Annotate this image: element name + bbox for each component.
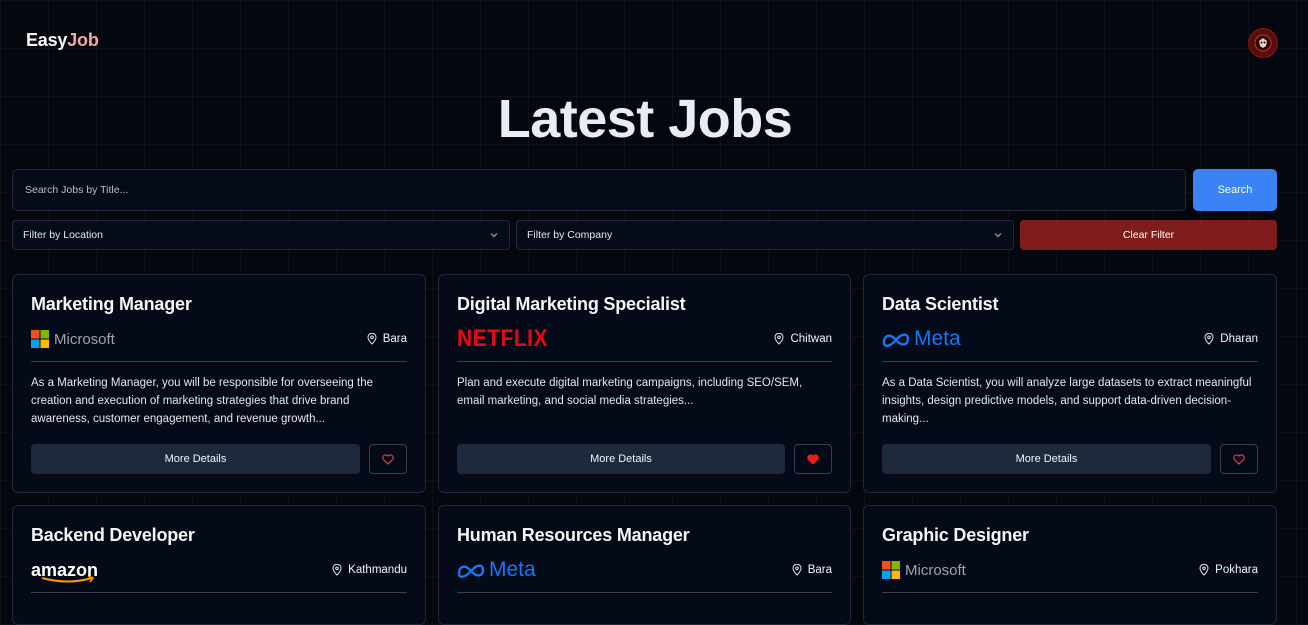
job-card: Marketing Manager Microsoft Bara As a Ma… <box>12 274 426 493</box>
avatar-emblem-icon <box>1254 34 1272 52</box>
job-title: Digital Marketing Specialist <box>457 294 686 314</box>
meta-icon <box>457 564 485 578</box>
meta-logo: Meta <box>457 558 536 582</box>
meta-logo: Meta <box>882 327 961 351</box>
meta-icon <box>882 333 910 347</box>
heart-filled-icon <box>807 453 819 465</box>
job-location: Bara <box>367 333 407 345</box>
job-card: Digital Marketing Specialist NETFLIX Chi… <box>438 274 851 493</box>
microsoft-icon <box>882 561 900 579</box>
map-pin-icon <box>774 333 784 345</box>
job-location: Pokhara <box>1199 564 1258 576</box>
job-title: Data Scientist <box>882 294 999 314</box>
company-name: NETFLIX <box>457 325 548 352</box>
chevron-down-icon <box>994 233 1002 238</box>
microsoft-logo: Microsoft <box>882 558 966 582</box>
brand-logo-accent: Job <box>67 30 99 50</box>
search-input[interactable] <box>12 169 1186 211</box>
job-location-text: Bara <box>382 333 407 345</box>
job-card: Human Resources Manager Meta Bara <box>438 505 851 625</box>
job-description: Plan and execute digital marketing campa… <box>457 377 803 407</box>
more-details-button[interactable]: More Details <box>882 444 1211 474</box>
job-card: Data Scientist Meta Dharan As a Data Sci… <box>863 274 1277 493</box>
netflix-logo: NETFLIX <box>457 325 548 352</box>
heart-outline-icon <box>382 453 394 465</box>
favorite-button[interactable] <box>369 444 407 474</box>
chevron-down-icon <box>490 233 498 238</box>
job-location-text: Chitwan <box>790 333 832 345</box>
job-title: Human Resources Manager <box>457 525 690 545</box>
clear-filter-button[interactable]: Clear Filter <box>1020 220 1277 250</box>
company-filter-select[interactable]: Filter by Company <box>516 220 1014 250</box>
company-name: Microsoft <box>905 561 966 579</box>
search-button[interactable]: Search <box>1193 169 1277 211</box>
job-location: Kathmandu <box>332 564 407 576</box>
job-location: Chitwan <box>774 333 832 345</box>
job-location-text: Kathmandu <box>348 564 407 576</box>
job-description: As a Marketing Manager, you will be resp… <box>31 377 373 425</box>
more-details-button[interactable]: More Details <box>31 444 360 474</box>
brand-logo-main: Easy <box>26 30 68 50</box>
job-location-text: Bara <box>807 564 832 576</box>
job-card: Backend Developer amazon Kathmandu <box>12 505 426 625</box>
page-title: Latest Jobs <box>497 89 793 149</box>
job-description: As a Data Scientist, you will analyze la… <box>882 377 1252 425</box>
amazon-logo: amazon <box>31 558 100 583</box>
job-title: Graphic Designer <box>882 525 1029 545</box>
job-card: Graphic Designer Microsoft Pokhara <box>863 505 1277 625</box>
heart-outline-icon <box>1233 453 1245 465</box>
job-location-text: Pokhara <box>1215 564 1258 576</box>
company-name: Meta <box>489 558 536 581</box>
location-filter-select[interactable]: Filter by Location <box>12 220 510 250</box>
microsoft-logo: Microsoft <box>31 327 115 351</box>
map-pin-icon <box>367 333 377 345</box>
company-name: Meta <box>914 327 961 350</box>
favorite-button[interactable] <box>1220 444 1258 474</box>
location-filter-label: Filter by Location <box>23 229 103 241</box>
brand-logo[interactable]: EasyJob <box>26 30 99 51</box>
job-title: Marketing Manager <box>31 294 192 314</box>
microsoft-icon <box>31 330 49 348</box>
favorite-button[interactable] <box>794 444 832 474</box>
job-location: Bara <box>792 564 832 576</box>
map-pin-icon <box>1199 564 1209 576</box>
company-name: Microsoft <box>54 330 115 348</box>
map-pin-icon <box>332 564 342 576</box>
map-pin-icon <box>1204 333 1214 345</box>
map-pin-icon <box>792 564 802 576</box>
user-avatar[interactable] <box>1248 28 1278 58</box>
company-name: amazon <box>31 560 99 580</box>
job-location: Dharan <box>1204 333 1258 345</box>
job-title: Backend Developer <box>31 525 195 545</box>
company-filter-label: Filter by Company <box>527 229 613 241</box>
more-details-button[interactable]: More Details <box>457 444 785 474</box>
job-location-text: Dharan <box>1220 333 1258 345</box>
